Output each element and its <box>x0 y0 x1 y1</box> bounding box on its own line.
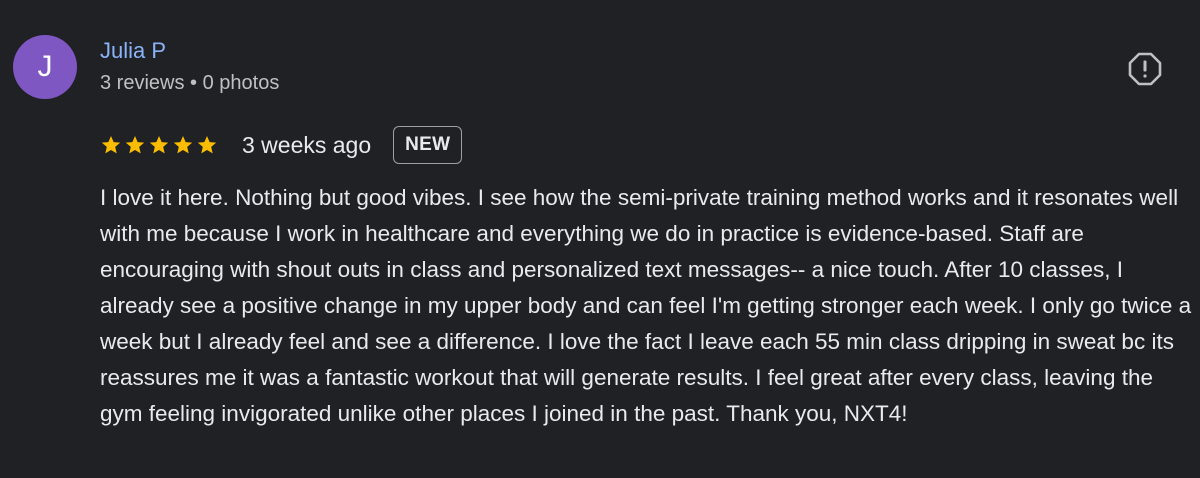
report-review-button[interactable] <box>1128 52 1162 91</box>
star-icon <box>149 136 169 154</box>
review-date: 3 weeks ago <box>242 131 372 158</box>
star-rating <box>100 134 218 156</box>
avatar[interactable]: J <box>13 35 77 99</box>
exclamation-octagon-icon <box>1128 52 1162 91</box>
rating-row: 3 weeks ago NEW <box>100 124 463 166</box>
star-icon <box>125 136 145 154</box>
reviewer-meta: 3 reviews • 0 photos <box>100 72 280 94</box>
new-badge: NEW <box>393 126 463 164</box>
review-text: I love it here. Nothing but good vibes. … <box>100 185 1192 426</box>
star-icon <box>197 136 217 154</box>
star-icon <box>101 136 121 154</box>
reviewer-name[interactable]: Julia P <box>100 38 166 64</box>
star-icon <box>173 136 193 154</box>
